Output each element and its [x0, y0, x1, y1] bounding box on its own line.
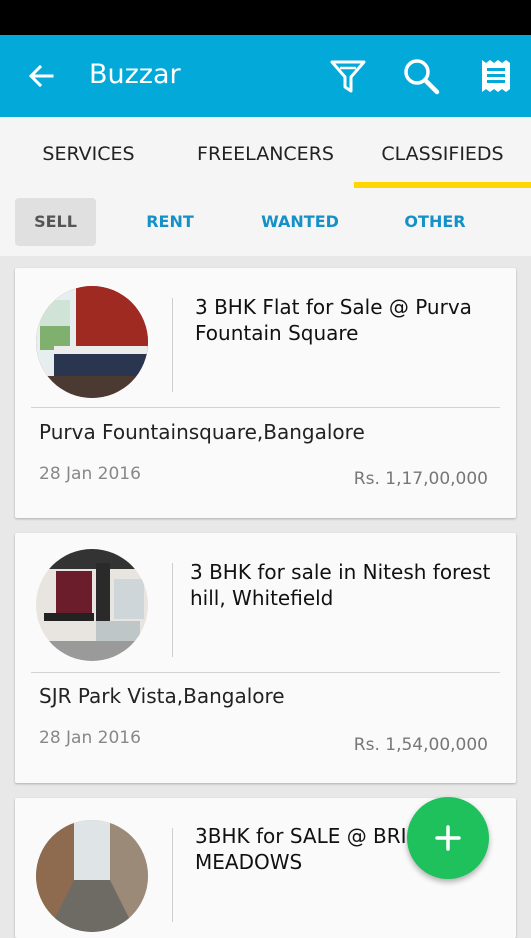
- subtab-wanted[interactable]: WANTED: [250, 198, 350, 246]
- tab-services[interactable]: SERVICES: [0, 117, 177, 189]
- listing-location: SJR Park Vista,Bangalore: [39, 684, 285, 708]
- back-arrow-icon[interactable]: [26, 61, 56, 91]
- listing-card[interactable]: 3 BHK for sale in Nitesh forest hill, Wh…: [15, 533, 516, 783]
- listing-thumbnail: [36, 820, 148, 932]
- listing-price: Rs. 1,17,00,000: [353, 469, 488, 489]
- tab-indicator: [354, 182, 531, 188]
- listing-date: 28 Jan 2016: [39, 464, 141, 484]
- listing-title: 3 BHK Flat for Sale @ Purva Fountain Squ…: [195, 295, 472, 345]
- status-bar: [0, 0, 531, 35]
- listing-card[interactable]: 3 BHK Flat for Sale @ Purva Fountain Squ…: [15, 268, 516, 518]
- app-title: Buzzar: [89, 59, 181, 90]
- filter-icon[interactable]: [328, 56, 368, 96]
- listing-location: Purva Fountainsquare,Bangalore: [39, 420, 365, 444]
- vertical-divider: [172, 563, 173, 657]
- tab-classifieds[interactable]: CLASSIFIEDS: [354, 117, 531, 189]
- divider: [31, 407, 500, 408]
- add-listing-button[interactable]: [407, 797, 489, 879]
- listing-date: 28 Jan 2016: [39, 728, 141, 748]
- app-bar: Buzzar: [0, 35, 531, 117]
- vertical-divider: [172, 828, 173, 922]
- subtab-bar: SELL RENT WANTED OTHER: [0, 189, 531, 256]
- listing-title: 3 BHK for sale in Nitesh forest hill, Wh…: [190, 560, 491, 610]
- subtab-other[interactable]: OTHER: [390, 198, 480, 246]
- listing-price: Rs. 1,54,00,000: [353, 735, 488, 755]
- subtab-rent[interactable]: RENT: [125, 198, 215, 246]
- search-icon[interactable]: [401, 56, 441, 96]
- receipt-icon[interactable]: [476, 56, 516, 96]
- divider: [31, 672, 500, 673]
- subtab-sell[interactable]: SELL: [15, 198, 96, 246]
- listing-thumbnail: [36, 286, 148, 398]
- vertical-divider: [172, 298, 173, 392]
- tab-freelancers[interactable]: FREELANCERS: [177, 117, 354, 189]
- plus-icon: [435, 825, 461, 851]
- listing-thumbnail: [36, 549, 148, 661]
- tab-bar: SERVICES FREELANCERS CLASSIFIEDS: [0, 117, 531, 189]
